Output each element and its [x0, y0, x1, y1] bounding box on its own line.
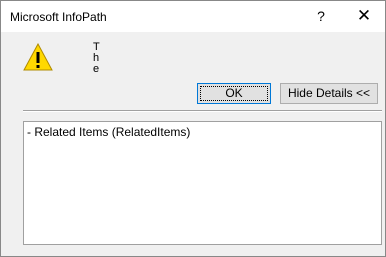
close-button[interactable]: ✕ [343, 1, 385, 32]
message-text: The [93, 42, 100, 75]
help-button[interactable]: ? [301, 1, 341, 32]
separator [23, 110, 382, 112]
focus-rect [200, 86, 268, 101]
dialog-title: Microsoft InfoPath [10, 10, 107, 24]
dialog: Microsoft InfoPath ? ✕ The OK Hide Detai… [0, 0, 386, 257]
hide-details-label: Hide Details << [287, 86, 371, 100]
ok-button[interactable]: OK [197, 83, 271, 104]
details-textbox[interactable]: - Related Items (RelatedItems) [23, 121, 382, 245]
title-bar: Microsoft InfoPath ? ✕ [1, 1, 385, 32]
details-text: - Related Items (RelatedItems) [27, 125, 191, 139]
warning-icon [23, 43, 53, 71]
hide-details-button[interactable]: Hide Details << [280, 83, 378, 104]
